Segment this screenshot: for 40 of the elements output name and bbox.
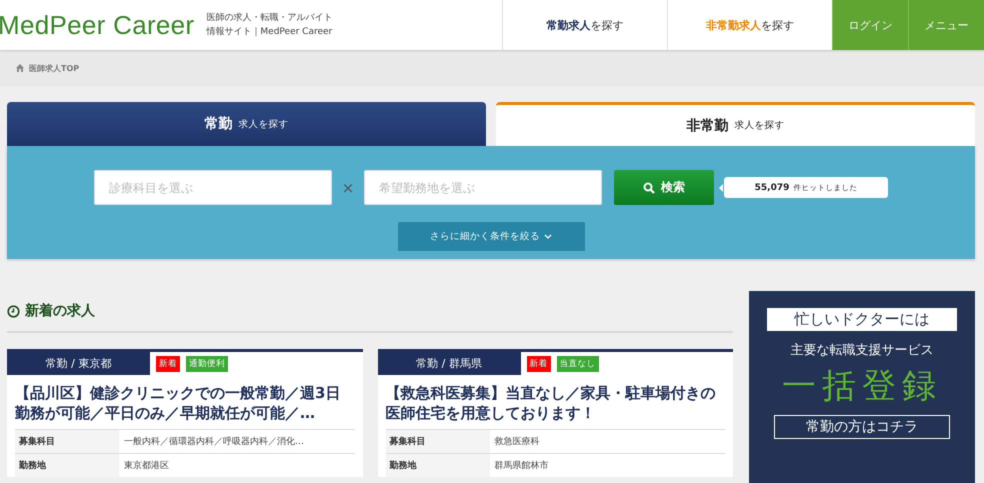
chevron-down-icon — [544, 234, 552, 240]
table-label: 勤務地 — [386, 454, 490, 477]
table-label: 募集科目 — [15, 430, 119, 453]
specialty-field[interactable]: 診療科目を選ぶ — [94, 170, 332, 205]
search-button[interactable]: 検索 — [614, 170, 714, 205]
job-tag: 当直なし — [556, 356, 598, 372]
table-cell-text: 東京都港区 — [123, 460, 169, 472]
banner-text: 主要な転職支援サービス — [790, 342, 934, 359]
job-tag: 通勤便利 — [186, 356, 228, 372]
registration-banner[interactable]: 忙しいドクターには 主要な転職支援サービス 一括登録 常勤の方はコチラ — [749, 291, 975, 483]
job-title[interactable]: 【品川区】健診クリニックでの一般常勤／週3日勤務が可能／平日のみ／早期就任が可能／… — [7, 375, 362, 429]
tagline-text: 医師の求人・転職・アルバイト — [206, 12, 332, 25]
hit-count: 55,079 — [754, 182, 790, 192]
search-icon — [643, 182, 655, 194]
table-label: 募集科目 — [386, 430, 490, 453]
banner-heading: 忙しいドクターには — [767, 308, 957, 331]
section-title: 新着の求人 — [25, 302, 95, 320]
job-card[interactable]: 常勤 / 群馬県 新着 当直なし 【救急科医募集】当直なし／家具・駐車場付きの医師住宅を用意しております！ 募集科目 救急医療科 勤務地 群馬県館林市 — [378, 349, 733, 477]
banner-headline: 一括登録 — [782, 365, 942, 408]
separator-mark: × — [340, 178, 356, 196]
home-icon — [16, 64, 24, 72]
job-tag: 新着 — [526, 356, 550, 372]
job-title[interactable]: 【救急科医募集】当直なし／家具・駐車場付きの医師住宅を用意しております！ — [378, 375, 733, 429]
job-tag: 新着 — [156, 356, 180, 372]
site-logo[interactable]: MedPeer Career — [0, 10, 194, 40]
breadcrumb-link[interactable]: 医師求人TOP — [29, 62, 80, 74]
search-tab[interactable]: 非常勤 求人を探す — [496, 102, 975, 146]
banner-button[interactable]: 常勤の方はコチラ — [774, 415, 950, 439]
table-label: 勤務地 — [15, 454, 119, 477]
search-tab[interactable]: 常勤 求人を探す — [7, 102, 486, 146]
job-type-label: 常勤 / 群馬県 — [378, 352, 520, 375]
job-type-label: 常勤 / 東京都 — [7, 352, 150, 375]
table-cell-text: 一般内科／循環器内科／呼吸器内科／消化… — [123, 436, 304, 448]
tagline-text: 情報サイト｜MedPeer Career — [206, 26, 332, 39]
clock-icon — [7, 304, 20, 318]
table-cell-text: 群馬県館林市 — [494, 460, 548, 472]
refine-button[interactable]: さらに細かく条件を絞る — [398, 222, 584, 251]
table-cell-text: 救急医療科 — [494, 436, 540, 448]
location-field[interactable]: 希望勤務地を選ぶ — [364, 170, 602, 205]
job-card[interactable]: 常勤 / 東京都 新着 通勤便利 【品川区】健診クリニックでの一般常勤／週3日勤務が可能／平日のみ／早期就任が可能／… 募集科目 一般内科／循環器内科／呼吸器内科／消化… 勤務地 東京都港区 — [7, 349, 362, 477]
